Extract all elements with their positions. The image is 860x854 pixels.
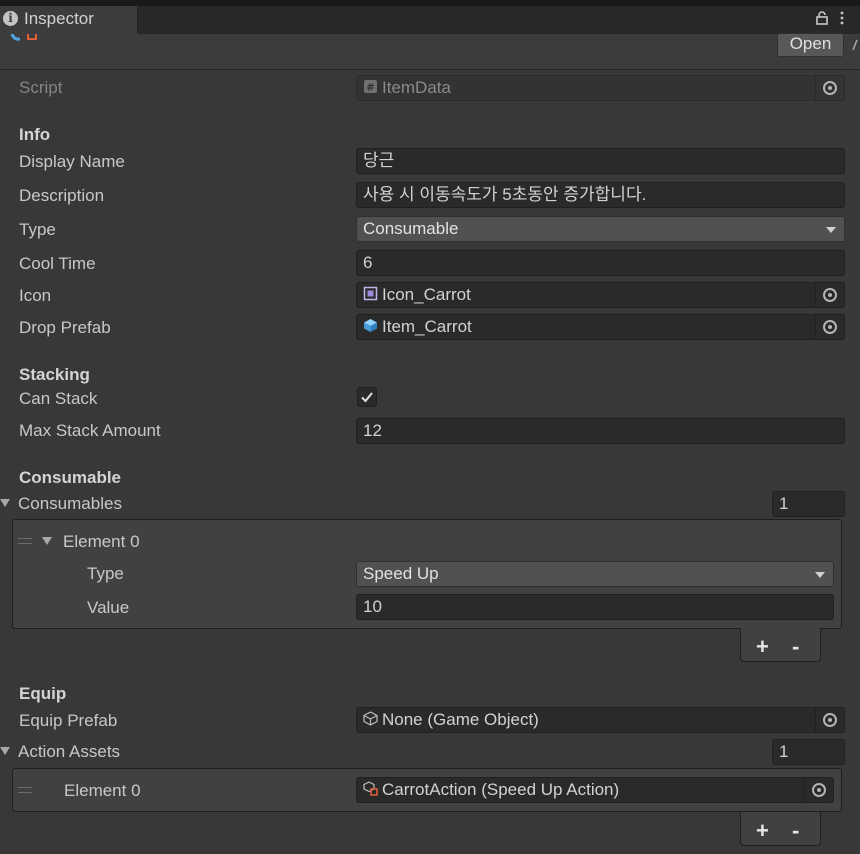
equip-header: Equip [19, 684, 67, 703]
object-picker-icon [815, 76, 844, 100]
csharp-script-icon: # [364, 80, 377, 94]
chevron-down-icon [826, 227, 836, 233]
description-label: Description [19, 186, 105, 205]
type-dropdown-value: Consumable [363, 219, 459, 238]
object-picker-icon[interactable] [815, 708, 844, 732]
asset-element-value: CarrotAction (Speed Up Action) [382, 780, 620, 799]
script-value: ItemData [382, 78, 451, 97]
element-value-field[interactable]: 10 [356, 594, 834, 620]
icon-label: Icon [19, 286, 52, 305]
icon-field[interactable]: Icon_Carrot [356, 282, 845, 308]
icon-value: Icon_Carrot [382, 285, 471, 304]
drop-prefab-value: Item_Carrot [382, 317, 472, 336]
foldout-arrow-icon[interactable] [0, 747, 10, 755]
description-field[interactable]: 사용 시 이동속도가 5초동안 증가합니다. [356, 182, 845, 208]
consumables-size-field[interactable]: 1 [772, 491, 845, 517]
lock-icon[interactable] [815, 11, 829, 25]
list-footer [740, 812, 821, 846]
inspector-header [0, 34, 860, 70]
script-label: Script [19, 78, 63, 97]
svg-text:#: # [366, 83, 374, 94]
remove-element-button[interactable]: - [792, 820, 799, 842]
stacking-header: Stacking [19, 365, 90, 384]
chevron-down-icon [815, 572, 825, 578]
drag-handle-icon[interactable] [18, 538, 32, 544]
add-element-button[interactable]: + [756, 820, 769, 842]
object-picker-icon[interactable] [815, 283, 844, 307]
add-element-button[interactable]: + [756, 636, 769, 658]
equip-prefab-label: Equip Prefab [19, 711, 118, 730]
drag-handle-icon[interactable] [18, 787, 32, 793]
display-name-field[interactable]: 당근 [356, 148, 845, 174]
foldout-arrow-icon[interactable] [42, 537, 52, 545]
element-label[interactable]: Element 0 [63, 532, 140, 552]
list-footer [740, 628, 821, 662]
type-dropdown[interactable]: Consumable [356, 216, 845, 242]
max-stack-field[interactable]: 12 [356, 418, 845, 444]
prefab-cube-icon [364, 319, 377, 333]
scriptable-object-icon [363, 781, 378, 796]
sprite-icon [363, 286, 378, 301]
max-stack-label: Max Stack Amount [19, 421, 161, 440]
equip-prefab-value: None (Game Object) [382, 710, 539, 729]
open-button[interactable]: Open [777, 33, 844, 57]
asset-element-field[interactable]: CarrotAction (Speed Up Action) [356, 777, 834, 803]
drop-prefab-field[interactable]: Item_Carrot [356, 314, 845, 340]
tab-title: Inspector [24, 9, 94, 28]
gameobject-icon [363, 711, 378, 726]
element-type-dropdown[interactable]: Speed Up [356, 561, 834, 587]
element-type-value: Speed Up [363, 564, 439, 583]
consumables-label[interactable]: Consumables [18, 494, 122, 514]
remove-element-button[interactable]: - [792, 636, 799, 658]
display-name-label: Display Name [19, 152, 125, 171]
cool-time-label: Cool Time [19, 254, 96, 273]
checkmark-icon [361, 392, 373, 403]
scroll-up-arrow-icon[interactable] [852, 38, 860, 52]
action-assets-label[interactable]: Action Assets [18, 742, 120, 762]
consumable-header: Consumable [19, 468, 122, 487]
info-header: Info [19, 125, 51, 144]
action-assets-size-field[interactable]: 1 [772, 739, 845, 765]
asset-element-label: Element 0 [64, 781, 141, 800]
element-type-label: Type [87, 564, 124, 583]
equip-prefab-field[interactable]: None (Game Object) [356, 707, 845, 733]
can-stack-checkbox[interactable] [357, 387, 377, 407]
object-picker-icon[interactable] [804, 778, 833, 802]
script-field: # ItemData [356, 75, 845, 101]
drop-prefab-label: Drop Prefab [19, 318, 111, 337]
element-value-label: Value [87, 598, 130, 617]
info-icon: i [3, 11, 18, 26]
kebab-menu-icon[interactable] [839, 11, 845, 25]
can-stack-label: Can Stack [19, 389, 98, 408]
type-label: Type [19, 220, 56, 239]
cool-time-field[interactable]: 6 [356, 250, 845, 276]
scriptable-object-icon [10, 34, 37, 41]
foldout-arrow-icon[interactable] [0, 499, 10, 507]
object-picker-icon[interactable] [815, 315, 844, 339]
